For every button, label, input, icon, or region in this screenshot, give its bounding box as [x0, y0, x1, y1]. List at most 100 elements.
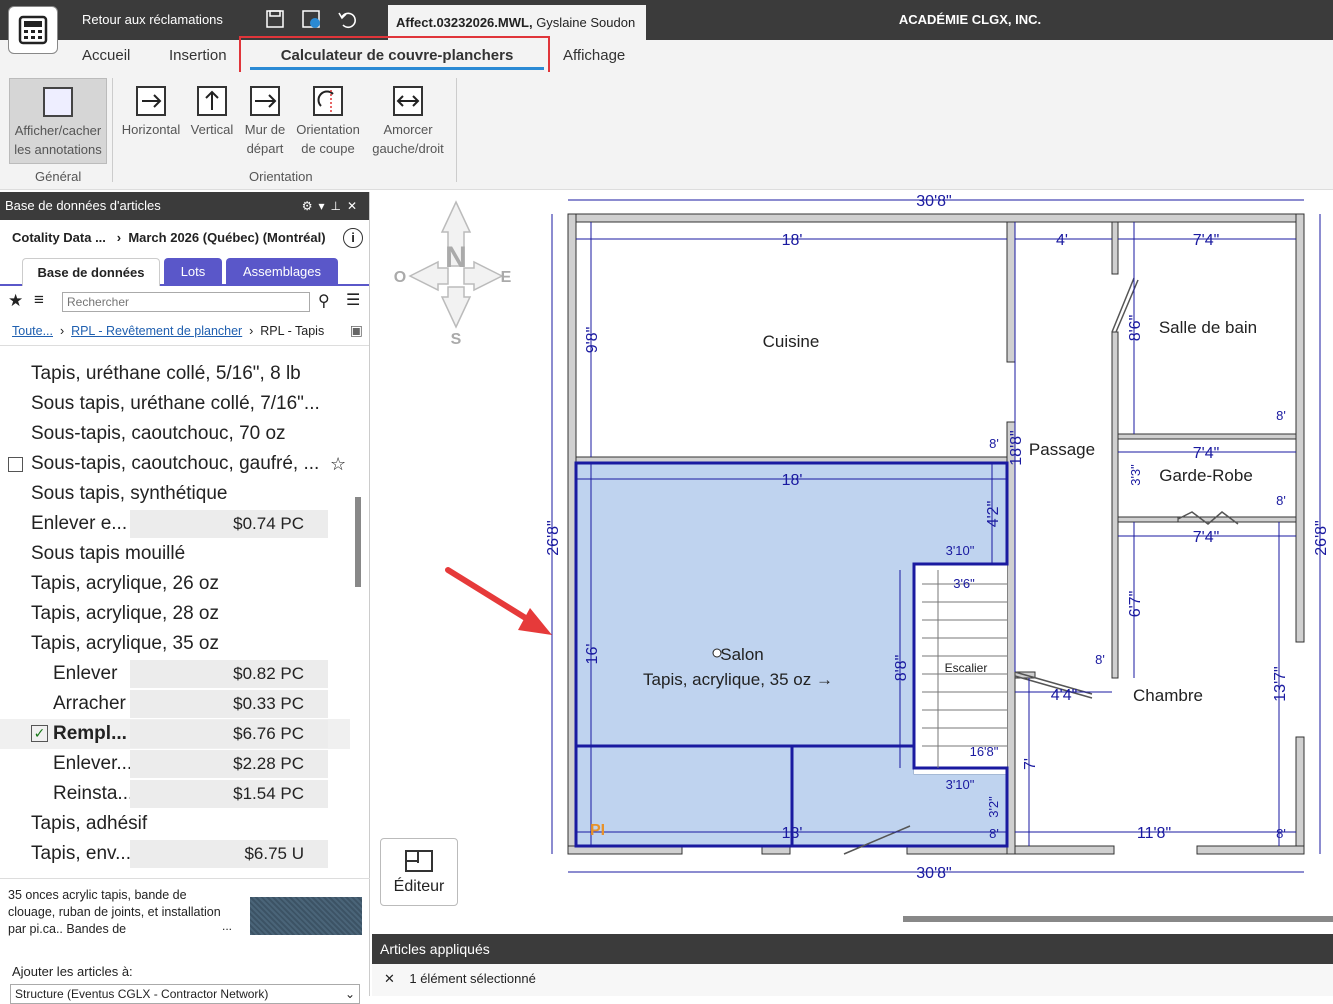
tab-lots[interactable]: Lots — [164, 258, 222, 286]
list-item[interactable]: Enlever... $2.28 PC — [0, 749, 350, 779]
dim-tag-closet: 8' — [1276, 493, 1286, 508]
breadcrumb-rpl[interactable]: RPL - Revêtement de plancher — [71, 324, 242, 338]
favorite-star-icon[interactable]: ☆ — [330, 449, 346, 479]
database-selector[interactable]: Cotality Data ... › March 2026 (Québec) … — [0, 220, 369, 256]
annotation-arrow — [445, 567, 552, 635]
list-item[interactable]: Tapis, env... $6.75 U — [0, 839, 350, 869]
list-scrollbar[interactable] — [355, 497, 361, 587]
room-passage: Passage — [1029, 440, 1095, 459]
list-item[interactable]: Enlever e... $0.74 PC — [0, 509, 350, 539]
canvas-scrollbar[interactable] — [903, 916, 1333, 922]
breadcrumb: Toute... › RPL - Revêtement de plancher … — [0, 318, 369, 346]
list-item[interactable]: Rempl... ✓ $6.76 PC — [0, 719, 350, 749]
dim-left: 26'8" — [545, 520, 562, 555]
tab-accueil[interactable]: Accueil — [82, 40, 130, 72]
editor-button[interactable]: Éditeur — [380, 838, 458, 906]
settings-sliders-icon[interactable]: ☰ — [346, 290, 360, 310]
list-item[interactable]: Reinsta... $1.54 PC — [0, 779, 350, 809]
vertical-button[interactable]: Vertical — [186, 78, 238, 139]
list-item[interactable]: Tapis, acrylique, 28 oz — [0, 599, 350, 629]
room-escalier: Escalier — [945, 661, 988, 675]
add-items-select[interactable]: Structure (Eventus CGLX - Contractor Net… — [10, 984, 360, 1004]
dim-bedroom-bottom: 11'8" — [1137, 825, 1171, 842]
tab-insertion[interactable]: Insertion — [169, 40, 227, 72]
dim-bath-depth: 8'6" — [1127, 315, 1144, 342]
dim-stair-depth: 8'8" — [893, 655, 910, 682]
compass-o: O — [394, 269, 406, 286]
arrow-right-icon — [136, 86, 166, 116]
checkbox[interactable] — [8, 457, 23, 472]
floor-plan-canvas[interactable]: N S E O 30'8" 30'8" 26'8" 26'8" 18' 4' 7… — [372, 192, 1333, 932]
double-arrow-icon — [393, 86, 423, 116]
list-item[interactable]: Sous-tapis, caoutchouc, 70 oz — [0, 419, 350, 449]
dim-bedroom-depth: 13'7" — [1272, 666, 1289, 701]
close-icon[interactable]: ✕ — [384, 971, 395, 986]
salon-item-label: Tapis, acrylique, 35 oz → — [643, 670, 833, 689]
compass-s: S — [451, 331, 462, 348]
applied-items-bar: ✕ 1 élément sélectionné — [372, 964, 1333, 996]
arrow-up-icon — [197, 86, 227, 116]
tab-database[interactable]: Base de données — [22, 258, 160, 286]
back-to-claims-button[interactable]: Retour aux réclamations — [70, 0, 235, 40]
item-price: $1.54 PC — [130, 780, 328, 808]
star-icon[interactable]: ★ — [8, 291, 23, 311]
save-icon[interactable] — [262, 6, 288, 32]
starting-wall-button[interactable]: Mur de départ — [240, 78, 290, 158]
undo-icon[interactable] — [334, 6, 360, 32]
dim-salon-lower: 13' — [782, 825, 803, 842]
dim-bedroom-width: 7'4" — [1193, 529, 1220, 546]
panel-controls[interactable]: ⚙▾⊥✕ — [302, 192, 363, 220]
document-tab[interactable]: Affect.03232026.MWL, Gyslaine Soudon — [388, 5, 646, 40]
dim-tag-salon: 8' — [989, 826, 999, 841]
ribbon: Afficher/cacher les annotations Général H… — [0, 72, 1333, 190]
search-bar: ★ ≡ ⚲ ☰ — [0, 286, 369, 318]
list-item[interactable]: Arracher $0.33 PC — [0, 689, 350, 719]
start-left-right-button[interactable]: Amorcer gauche/droit — [366, 78, 450, 158]
list-item[interactable]: Sous tapis mouillé — [0, 539, 350, 569]
list-item[interactable]: Sous tapis, uréthane collé, 7/16"... — [0, 389, 350, 419]
item-price: $2.28 PC — [130, 750, 328, 778]
save-upload-icon[interactable] — [298, 6, 324, 32]
ribbon-tabs: Accueil Insertion Calculateur de couvre-… — [0, 40, 1333, 72]
list-item[interactable]: Tapis, adhésif — [0, 809, 350, 839]
salon-marker[interactable] — [712, 648, 722, 658]
filter-icon[interactable]: ≡ — [34, 290, 44, 310]
applied-items-header: Articles appliqués — [372, 934, 1333, 964]
item-price: $6.76 PC — [130, 720, 328, 748]
room-cuisine: Cuisine — [763, 332, 820, 351]
search-icon[interactable]: ⚲ — [318, 291, 330, 311]
dim-salon-upper: 4'2" — [985, 501, 1002, 528]
floorplan-editor-icon — [381, 849, 457, 878]
list-item[interactable]: Tapis, acrylique, 26 oz — [0, 569, 350, 599]
list-item[interactable]: Tapis, acrylique, 35 oz — [0, 629, 350, 659]
tab-assemblies[interactable]: Assemblages — [226, 258, 338, 286]
highlight-box — [239, 36, 550, 76]
room-garde-robe: Garde-Robe — [1159, 466, 1253, 485]
dim-small: 3'2" — [986, 796, 1001, 818]
cut-orientation-button[interactable]: Orientation de coupe — [291, 78, 365, 158]
list-item[interactable]: Sous tapis, synthétique — [0, 479, 350, 509]
search-input[interactable] — [62, 292, 310, 312]
toggle-annotations-button[interactable]: Afficher/cacher les annotations — [9, 78, 107, 164]
dim-door-width: 4'4" — [1051, 687, 1078, 704]
list-item[interactable]: Enlever $0.82 PC — [0, 659, 350, 689]
list-item[interactable]: Sous-tapis, caoutchouc, gaufré, ... ☆ — [0, 449, 350, 479]
dim-closet-width: 7'4" — [1193, 445, 1220, 462]
calculator-app-icon[interactable] — [8, 6, 58, 54]
horizontal-button[interactable]: Horizontal — [118, 78, 184, 139]
breadcrumb-all[interactable]: Toute... — [12, 324, 53, 338]
info-icon[interactable]: i — [343, 228, 363, 248]
dim-kitchen-width: 18' — [782, 232, 803, 249]
compass-n: N — [445, 241, 467, 274]
dim-passage-depth: 18'8" — [1008, 430, 1025, 465]
dim-kitchen-depth: 9'8" — [584, 327, 601, 354]
room-salle-de-bain: Salle de bain — [1159, 318, 1257, 337]
tab-affichage[interactable]: Affichage — [563, 40, 625, 72]
panel-tabs: Base de données Lots Assemblages — [0, 256, 369, 286]
item-description: 35 onces acrylic tapis, bande de clouage… — [0, 878, 370, 948]
dim-stair-top: 3'10" — [946, 543, 975, 558]
image-icon[interactable]: ▣ — [350, 322, 363, 339]
add-items-label: Ajouter les articles à: — [12, 964, 133, 979]
list-item[interactable]: Tapis, uréthane collé, 5/16", 8 lb — [0, 359, 350, 389]
checkbox-checked[interactable]: ✓ — [31, 725, 48, 742]
